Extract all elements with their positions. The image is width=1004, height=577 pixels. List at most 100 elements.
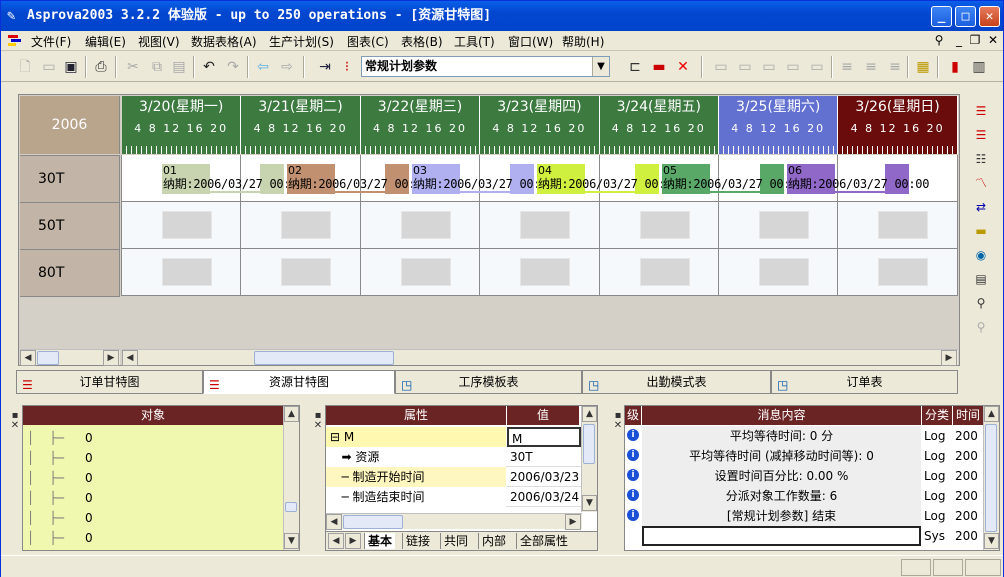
message-header-category[interactable]: 分类 — [922, 406, 952, 425]
property-row[interactable]: ⊟ MM — [326, 427, 581, 447]
forward-arrow-icon[interactable]: ⇨ — [277, 57, 297, 77]
message-header-content[interactable]: 消息内容 — [642, 406, 921, 425]
title-bar[interactable]: ✎ Asprova2003 3.2.2 体验版 - up to 250 oper… — [1, 1, 1003, 31]
menu-table[interactable]: 表格(B) — [401, 33, 443, 50]
minimize-button[interactable]: _ — [931, 6, 952, 27]
paste-icon[interactable]: ▤ — [169, 57, 189, 77]
layout-icon-1[interactable]: ≡ — [837, 57, 857, 77]
align-icon-4[interactable]: ▭ — [783, 57, 803, 77]
gantt-tool-icon-3[interactable]: ☷ — [971, 149, 991, 169]
tree-item[interactable]: │ ├─ 0 — [23, 428, 281, 448]
property-value[interactable]: 30T — [507, 447, 581, 467]
scroll-up-icon[interactable]: ▲ — [284, 406, 299, 422]
scroll-thumb[interactable] — [254, 351, 394, 365]
property-row[interactable]: ─ 制造结束时间 2006/03/24 — [326, 487, 581, 507]
resource-label-80t[interactable]: 80T — [20, 249, 120, 296]
property-value[interactable]: 2006/03/23 — [507, 467, 581, 487]
scroll-down-icon[interactable]: ▼ — [582, 495, 597, 511]
close-button[interactable]: ✕ — [979, 6, 1000, 27]
layout-icon-2[interactable]: ≡ — [861, 57, 881, 77]
new-file-icon[interactable]: 🗋 — [15, 57, 35, 77]
resource-label-50t[interactable]: 50T — [20, 202, 120, 249]
message-row[interactable]: i 设置时间百分比: 0.00 % Log 200 — [625, 466, 983, 486]
message-row[interactable]: i 分派对象工作数量: 6 Log 200 — [625, 486, 983, 506]
property-tab[interactable]: 内部 — [478, 533, 509, 549]
cut-icon[interactable]: ✂ — [123, 57, 143, 77]
menu-production-plan[interactable]: 生产计划(S) — [269, 33, 334, 50]
message-row[interactable]: Sys 200 — [625, 526, 983, 546]
zoom-in-icon[interactable]: ⚲ — [971, 293, 991, 313]
property-row[interactable]: ─ 制造开始时间 2006/03/23 — [326, 467, 581, 487]
line-chart-icon[interactable]: 〽 — [971, 173, 991, 193]
tree-item[interactable]: │ ├─ 0 — [23, 528, 281, 548]
scroll-up-icon[interactable]: ▲ — [582, 406, 597, 422]
message-row[interactable]: i 平均等待时间: 0 分 Log 200 — [625, 426, 983, 446]
scroll-up-icon[interactable]: ▲ — [984, 406, 999, 422]
message-header-time[interactable]: 时间 — [953, 406, 983, 425]
day-header-cell[interactable]: 3/23(星期四) 4 8 12 16 20 — [480, 96, 600, 154]
tab-order-table[interactable]: ◳ 订单表 — [771, 370, 958, 394]
message-row[interactable]: i 平均等待时间 (减掉移动时间等): 0 Log 200 — [625, 446, 983, 466]
property-hscrollbar[interactable]: ◀ ▶ — [326, 513, 582, 530]
chevron-down-icon[interactable]: ▼ — [592, 57, 609, 76]
mdi-close-button[interactable]: ✕ — [985, 33, 1001, 47]
property-value[interactable]: M — [507, 427, 581, 447]
tab-process-template[interactable]: ◳ 工序模板表 — [395, 370, 582, 394]
tab-attendance-pattern[interactable]: ◳ 出勤模式表 — [582, 370, 771, 394]
undo-icon[interactable]: ↶ — [199, 57, 219, 77]
mdi-options-icon[interactable]: ⚲ — [931, 33, 947, 47]
message-vscrollbar[interactable]: ▲ ▼ — [983, 406, 999, 550]
day-header-cell[interactable]: 3/20(星期一) 4 8 12 16 20 — [122, 96, 242, 154]
delete-icon[interactable]: ✕ — [673, 57, 693, 77]
align-icon-2[interactable]: ▭ — [735, 57, 755, 77]
property-tab[interactable]: 共同 — [440, 533, 471, 549]
tab-resource-gantt[interactable]: ☰ 资源甘特图 — [203, 370, 395, 394]
scroll-thumb[interactable] — [985, 424, 997, 532]
property-value[interactable]: 2006/03/24 — [507, 487, 581, 507]
property-tab[interactable]: 链接 — [402, 533, 433, 549]
close-icon[interactable]: ✕ — [613, 420, 623, 431]
back-arrow-icon[interactable]: ⇦ — [253, 57, 273, 77]
open-file-icon[interactable]: ▭ — [39, 57, 59, 77]
close-icon[interactable]: ✕ — [313, 420, 323, 431]
table-view-icon[interactable]: ▤ — [971, 269, 991, 289]
tree-item[interactable]: │ ├─ 0 — [23, 448, 281, 468]
property-tab[interactable]: 基本 — [364, 533, 396, 549]
maximize-button[interactable]: □ — [955, 6, 976, 27]
scroll-thumb[interactable] — [37, 351, 59, 365]
scroll-down-icon[interactable]: ▼ — [284, 533, 299, 549]
menu-view[interactable]: 视图(V) — [138, 33, 180, 50]
day-header-cell[interactable]: 3/25(星期六) 4 8 12 16 20 — [719, 96, 839, 154]
scroll-left-icon[interactable]: ◀ — [20, 350, 36, 366]
menu-tools[interactable]: 工具(T) — [454, 33, 495, 50]
tab-order-gantt[interactable]: ☰ 订单甘特图 — [16, 370, 203, 394]
align-icon-5[interactable]: ▭ — [807, 57, 827, 77]
bar-chart-icon[interactable]: ▮ — [945, 57, 965, 77]
mdi-minimize-button[interactable]: _ — [951, 33, 967, 47]
copy-icon[interactable]: ⧉ — [147, 57, 167, 77]
property-row[interactable]: ➡ 资源 30T — [326, 447, 581, 467]
day-header-cell[interactable]: 3/22(星期三) 4 8 12 16 20 — [360, 96, 481, 154]
tab-scroll-right-icon[interactable]: ▶ — [345, 533, 361, 549]
gantt-tool-icon-2[interactable]: ☰ — [971, 125, 991, 145]
align-icon-3[interactable]: ▭ — [759, 57, 779, 77]
scroll-left-icon[interactable]: ◀ — [326, 514, 342, 530]
menu-chart[interactable]: 图表(C) — [347, 33, 389, 50]
scroll-down-icon[interactable]: ▼ — [984, 533, 999, 549]
scroll-right-icon[interactable]: ▶ — [103, 350, 119, 366]
print-icon[interactable]: ⎙ — [91, 57, 111, 77]
align-icon-1[interactable]: ▭ — [711, 57, 731, 77]
menu-edit[interactable]: 编辑(E) — [85, 33, 126, 50]
message-row[interactable]: i [常规计划参数] 结束 Log 200 — [625, 506, 983, 526]
object-vscrollbar[interactable]: ▲ ▼ — [283, 406, 299, 550]
tree-item[interactable]: │ ├─ 0 — [23, 468, 281, 488]
color-bar-icon[interactable]: ▬ — [649, 57, 669, 77]
report-icon[interactable]: ▥ — [969, 57, 989, 77]
command-combo[interactable]: 常规计划参数 ▼ — [361, 56, 610, 77]
close-icon[interactable]: ✕ — [10, 420, 20, 431]
link-icon[interactable]: ⊏ — [625, 57, 645, 77]
scroll-thumb[interactable] — [343, 515, 403, 529]
run-plan-icon[interactable]: ⇥ — [315, 57, 335, 77]
scroll-right-icon[interactable]: ▶ — [565, 514, 581, 530]
zoom-out-icon[interactable]: ⚲ — [971, 317, 991, 337]
